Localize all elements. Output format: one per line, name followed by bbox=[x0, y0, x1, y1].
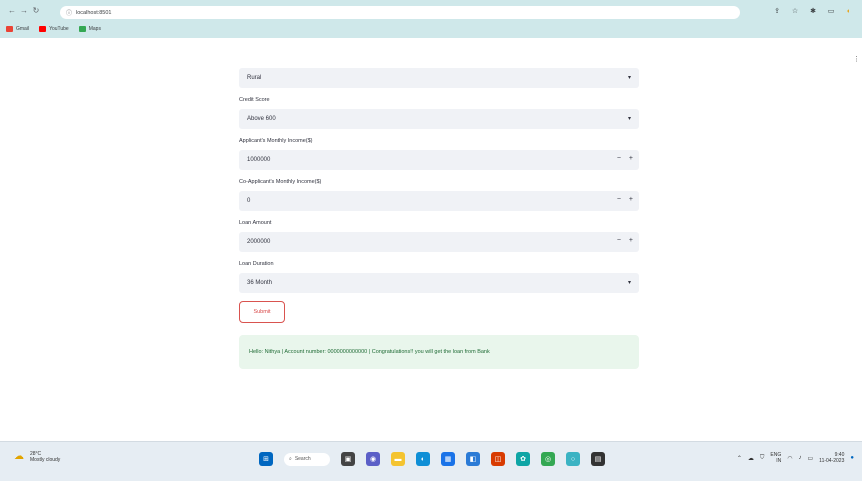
coapplicant-income-label: Co-Applicant's Monthly Income($) bbox=[239, 179, 322, 185]
bookmark-youtube[interactable]: YouTube bbox=[39, 26, 69, 32]
security-icon[interactable]: ⛉ bbox=[760, 455, 765, 462]
weather-desc: Mostly cloudy bbox=[30, 457, 61, 463]
credit-score-label: Credit Score bbox=[239, 97, 270, 103]
search-icon: ⌕ bbox=[289, 456, 292, 462]
onedrive-icon[interactable]: ☁ bbox=[748, 455, 754, 462]
credit-score-select[interactable]: Above 600 ▾ bbox=[239, 109, 639, 129]
language-indicator[interactable]: ENG IN bbox=[770, 452, 781, 464]
system-tray: ⌃ ☁ ⛉ ENG IN ◠ ♪ ▭ 9:40 11-04-2023 ● bbox=[737, 452, 854, 464]
address-bar[interactable]: ⓘ localhost:8501 bbox=[60, 6, 740, 19]
increment-button[interactable]: + bbox=[629, 237, 633, 244]
extensions-icon[interactable]: ✱ bbox=[808, 6, 818, 16]
taskbar-apps: ⊞ ⌕ Search ▣ ◉ ▬ ◐ ▦ ◧ ◫ ✿ ◎ ○ ▤ bbox=[259, 452, 605, 466]
loan-duration-label: Loan Duration bbox=[239, 261, 274, 267]
chevron-up-icon[interactable]: ⌃ bbox=[737, 455, 742, 462]
cloud-sun-icon: ☁ bbox=[14, 451, 24, 462]
site-info-icon[interactable]: ⓘ bbox=[66, 8, 72, 17]
number-stepper: − + bbox=[617, 237, 633, 244]
number-stepper: − + bbox=[617, 155, 633, 162]
bookmark-gmail[interactable]: Gmail bbox=[6, 26, 29, 32]
app-icon[interactable]: ○ bbox=[566, 452, 580, 466]
star-icon[interactable]: ☆ bbox=[790, 6, 800, 16]
applicant-income-input[interactable]: 1000000 − + bbox=[239, 150, 639, 170]
loan-amount-label: Loan Amount bbox=[239, 220, 272, 226]
chevron-down-icon: ▾ bbox=[627, 280, 631, 286]
chevron-down-icon: ▾ bbox=[627, 116, 631, 122]
notification-icon[interactable]: ● bbox=[850, 455, 854, 461]
taskbar-clock[interactable]: 9:40 11-04-2023 bbox=[819, 452, 844, 464]
reload-icon[interactable]: ↻ bbox=[30, 5, 42, 17]
battery-icon[interactable]: ▭ bbox=[807, 455, 813, 462]
bookmark-maps[interactable]: Maps bbox=[78, 26, 101, 32]
sidebar-icon[interactable]: ▭ bbox=[826, 6, 836, 16]
coapplicant-income-input[interactable]: 0 − + bbox=[239, 191, 639, 211]
volume-icon[interactable]: ♪ bbox=[798, 455, 801, 461]
profile-icon[interactable]: ◐ bbox=[844, 6, 854, 16]
windows-start-icon[interactable]: ⊞ bbox=[259, 452, 273, 466]
app-menu-icon[interactable]: ⋮ bbox=[853, 55, 860, 63]
decrement-button[interactable]: − bbox=[617, 196, 621, 203]
chat-icon[interactable]: ◉ bbox=[366, 452, 380, 466]
task-view-icon[interactable]: ▣ bbox=[341, 452, 355, 466]
increment-button[interactable]: + bbox=[629, 196, 633, 203]
back-icon[interactable]: ← bbox=[6, 5, 18, 17]
vscode-icon[interactable]: ◧ bbox=[466, 452, 480, 466]
page-content: ⋮ Rural ▾ Credit Score Above 600 ▾ Appli… bbox=[0, 38, 862, 441]
store-icon[interactable]: ▦ bbox=[441, 452, 455, 466]
browser-chrome: ← → ↻ ⓘ localhost:8501 ⇪ ☆ ✱ ▭ ◐ Gmail Y… bbox=[0, 0, 862, 38]
decrement-button[interactable]: − bbox=[617, 155, 621, 162]
gmail-icon bbox=[6, 26, 13, 32]
browser-actions: ⇪ ☆ ✱ ▭ ◐ bbox=[772, 4, 854, 18]
share-icon[interactable]: ⇪ bbox=[772, 6, 782, 16]
increment-button[interactable]: + bbox=[629, 155, 633, 162]
maps-icon bbox=[78, 26, 86, 32]
youtube-icon bbox=[39, 26, 47, 32]
taskbar: ☁ 28°C Mostly cloudy ⊞ ⌕ Search ▣ ◉ ▬ ◐ … bbox=[0, 441, 862, 481]
office-icon[interactable]: ◫ bbox=[491, 452, 505, 466]
url-text: localhost:8501 bbox=[76, 9, 112, 16]
area-select[interactable]: Rural ▾ bbox=[239, 68, 639, 88]
file-explorer-icon[interactable]: ▬ bbox=[391, 452, 405, 466]
wifi-icon[interactable]: ◠ bbox=[787, 455, 792, 462]
taskbar-search[interactable]: ⌕ Search bbox=[284, 452, 330, 466]
edge-icon[interactable]: ◐ bbox=[416, 452, 430, 466]
applicant-income-label: Applicant's Monthly Income($) bbox=[239, 138, 313, 144]
loan-duration-select[interactable]: 36 Month ▾ bbox=[239, 273, 639, 293]
calculator-icon[interactable]: ▤ bbox=[591, 452, 605, 466]
chevron-down-icon: ▾ bbox=[627, 75, 631, 81]
loan-amount-input[interactable]: 2000000 − + bbox=[239, 232, 639, 252]
loan-form: Rural ▾ Credit Score Above 600 ▾ Applica… bbox=[239, 68, 639, 369]
submit-button[interactable]: Submit bbox=[239, 301, 285, 323]
chrome-icon[interactable]: ◎ bbox=[541, 452, 555, 466]
number-stepper: − + bbox=[617, 196, 633, 203]
photos-icon[interactable]: ✿ bbox=[516, 452, 530, 466]
success-message: Hello: Nithya | Account number: 00000000… bbox=[239, 335, 639, 369]
decrement-button[interactable]: − bbox=[617, 237, 621, 244]
forward-icon[interactable]: → bbox=[18, 5, 30, 17]
weather-widget[interactable]: ☁ 28°C Mostly cloudy bbox=[14, 451, 60, 463]
bookmarks-bar: Gmail YouTube Maps bbox=[0, 23, 101, 35]
